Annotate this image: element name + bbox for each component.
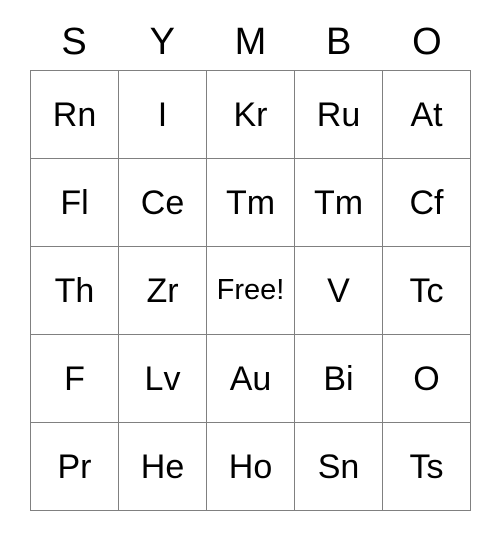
bingo-cell[interactable]: Au	[207, 335, 295, 423]
bingo-cell[interactable]: Kr	[207, 71, 295, 159]
bingo-cell[interactable]: Zr	[119, 247, 207, 335]
bingo-cell[interactable]: V	[295, 247, 383, 335]
bingo-cell[interactable]: Bi	[295, 335, 383, 423]
bingo-cell[interactable]: Tm	[207, 159, 295, 247]
bingo-grid: Rn I Kr Ru At Fl Ce Tm Tm Cf Th Zr Free!…	[30, 70, 471, 511]
bingo-row: Th Zr Free! V Tc	[31, 247, 471, 335]
bingo-row: Pr He Ho Sn Ts	[31, 423, 471, 511]
header-letter-2: M	[234, 21, 267, 63]
bingo-cell[interactable]: Ce	[119, 159, 207, 247]
bingo-cell[interactable]: F	[31, 335, 119, 423]
bingo-cell[interactable]: Ts	[383, 423, 471, 511]
bingo-cell[interactable]: Tm	[295, 159, 383, 247]
bingo-row: Fl Ce Tm Tm Cf	[31, 159, 471, 247]
bingo-cell[interactable]: Cf	[383, 159, 471, 247]
bingo-cell[interactable]: Fl	[31, 159, 119, 247]
bingo-free-cell[interactable]: Free!	[207, 247, 295, 335]
header-letter-3: B	[326, 21, 352, 63]
bingo-cell[interactable]: Th	[31, 247, 119, 335]
bingo-card: S Y M B O Rn I Kr Ru At Fl Ce Tm Tm Cf T…	[30, 14, 471, 511]
header-letter-1: Y	[149, 21, 175, 63]
bingo-cell[interactable]: Lv	[119, 335, 207, 423]
header-letter-4: O	[412, 21, 442, 63]
bingo-cell[interactable]: At	[383, 71, 471, 159]
bingo-cell[interactable]: Ru	[295, 71, 383, 159]
bingo-cell[interactable]: Ho	[207, 423, 295, 511]
bingo-cell[interactable]: He	[119, 423, 207, 511]
bingo-cell[interactable]: Rn	[31, 71, 119, 159]
bingo-cell[interactable]: O	[383, 335, 471, 423]
header-letter-0: S	[61, 21, 87, 63]
bingo-row: Rn I Kr Ru At	[31, 71, 471, 159]
bingo-header-row: S Y M B O	[30, 14, 471, 70]
bingo-cell[interactable]: Sn	[295, 423, 383, 511]
bingo-cell[interactable]: Pr	[31, 423, 119, 511]
bingo-row: F Lv Au Bi O	[31, 335, 471, 423]
bingo-cell[interactable]: I	[119, 71, 207, 159]
bingo-cell[interactable]: Tc	[383, 247, 471, 335]
